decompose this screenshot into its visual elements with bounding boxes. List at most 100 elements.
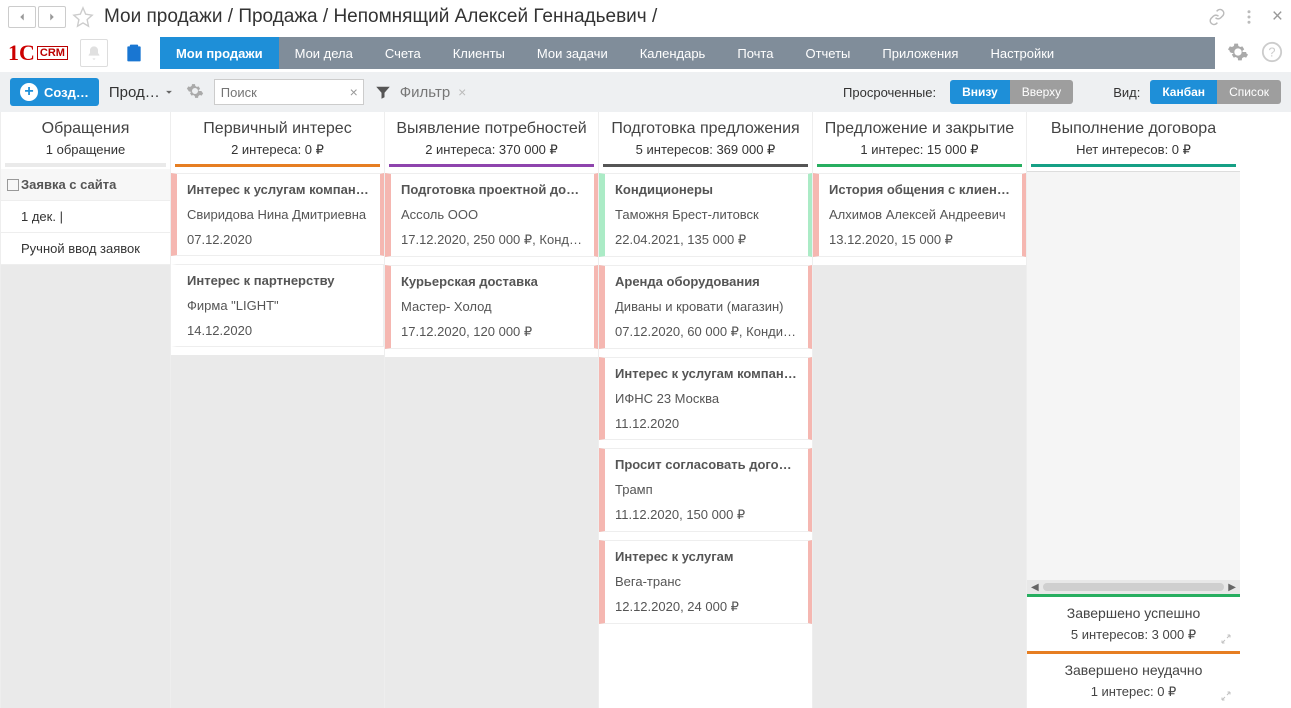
column-scrollbar[interactable]: ◀ ▶ [1027, 580, 1240, 594]
deal-card[interactable]: История общения с клиентом Алхимов Алекс… [813, 173, 1026, 257]
column-subtitle: 2 интереса: 370 000 ₽ [389, 142, 594, 158]
expand-icon[interactable] [1220, 690, 1232, 702]
card-title: Кондиционеры [615, 182, 798, 197]
tab-settings[interactable]: Настройки [974, 37, 1070, 69]
view-list-button[interactable]: Список [1217, 80, 1281, 104]
overdue-bottom-button[interactable]: Внизу [950, 80, 1010, 104]
tab-clients[interactable]: Клиенты [437, 37, 521, 69]
result-fail-block[interactable]: Завершено неудачно 1 интерес: 0 ₽ [1027, 651, 1240, 708]
tab-invoices[interactable]: Счета [369, 37, 437, 69]
scroll-right-icon[interactable]: ▶ [1228, 582, 1236, 593]
close-button[interactable]: × [1272, 6, 1283, 28]
filter-clear-button[interactable]: × [458, 84, 466, 100]
view-label: Вид: [1113, 85, 1140, 100]
deal-card[interactable]: Аренда оборудования Диваны и кровати (ма… [599, 265, 812, 349]
tab-reports[interactable]: Отчеты [789, 37, 866, 69]
column-title: Предложение и закрытие [817, 120, 1022, 138]
card-meta: 11.12.2020, 150 000 ₽ [615, 507, 798, 523]
card-meta: 17.12.2020, 120 000 ₽ [401, 324, 584, 340]
card-title: Интерес к услугам компании [187, 182, 370, 197]
card-meta: 17.12.2020, 250 000 ₽, Кондицио.. [401, 232, 584, 248]
type-select-label: Прод… [109, 84, 160, 101]
deal-card[interactable]: Интерес к партнерству Фирма "LIGHT" 14.1… [171, 264, 384, 347]
search-clear-button[interactable]: × [350, 84, 358, 100]
deal-card[interactable]: Просит согласовать договор .. Трамп 11.1… [599, 448, 812, 532]
card-title: История общения с клиентом [829, 182, 1012, 197]
scroll-left-icon[interactable]: ◀ [1031, 582, 1039, 593]
card-title: Интерес к услугам компании [615, 366, 798, 381]
column-title: Выявление потребностей [389, 120, 594, 138]
create-button[interactable]: + Созд… [10, 78, 99, 106]
inquiry-row[interactable]: Ручной ввод заявок [1, 233, 170, 265]
filter-icon[interactable] [374, 83, 392, 101]
card-client: Вега-транс [615, 574, 798, 589]
plus-icon: + [20, 83, 38, 101]
card-client: Фирма "LIGHT" [187, 298, 373, 313]
clipboard-button[interactable] [120, 39, 148, 67]
card-meta: 13.12.2020, 15 000 ₽ [829, 232, 1012, 248]
filter-label[interactable]: Фильтр [400, 84, 450, 101]
logo-1c-crm: 1СCRM [8, 40, 68, 66]
arrow-right-icon [45, 10, 59, 24]
result-success-block[interactable]: Завершено успешно 5 интересов: 3 000 ₽ [1027, 594, 1240, 651]
inquiry-row[interactable]: 1 дек. | [1, 201, 170, 233]
card-meta: 12.12.2020, 24 000 ₽ [615, 599, 798, 615]
toolbar-settings-button[interactable] [186, 82, 204, 103]
svg-text:?: ? [1268, 44, 1275, 59]
gear-icon [1227, 41, 1249, 63]
result-sub: 1 интерес: 0 ₽ [1037, 684, 1230, 700]
card-title: Курьерская доставка [401, 274, 584, 289]
card-title: Интерес к партнерству [187, 273, 373, 288]
bell-icon [86, 45, 102, 61]
column-title: Первичный интерес [175, 120, 380, 138]
tab-my-tasks[interactable]: Мои задачи [521, 37, 624, 69]
tab-my-sales[interactable]: Мои продажи [160, 37, 279, 69]
overdue-top-button[interactable]: Вверху [1010, 80, 1073, 104]
column-subtitle: 1 интерес: 15 000 ₽ [817, 142, 1022, 158]
card-meta: 07.12.2020, 60 000 ₽, Кондицион. [615, 324, 798, 340]
link-icon[interactable] [1208, 8, 1226, 26]
help-button[interactable]: ? [1261, 41, 1283, 66]
deal-card[interactable]: Интерес к услугам компании Свиридова Нин… [171, 173, 384, 256]
card-title: Интерес к услугам [615, 549, 798, 564]
tab-mail[interactable]: Почта [721, 37, 789, 69]
tab-my-deals[interactable]: Мои дела [279, 37, 369, 69]
inquiry-row[interactable]: Заявка с сайта [1, 169, 170, 201]
tab-calendar[interactable]: Календарь [624, 37, 722, 69]
deal-card[interactable]: Подготовка проектной докум.. Ассоль ООО … [385, 173, 598, 257]
type-select[interactable]: Прод… [109, 84, 176, 101]
result-title: Завершено неудачно [1037, 662, 1230, 678]
deal-card[interactable]: Интерес к услугам компании ИФНС 23 Москв… [599, 357, 812, 440]
settings-gear-button[interactable] [1227, 41, 1249, 66]
column-subtitle: 1 обращение [5, 142, 166, 157]
deal-card[interactable]: Кондиционеры Таможня Брест-литовск 22.04… [599, 173, 812, 257]
chevron-down-icon [162, 85, 176, 99]
card-title: Аренда оборудования [615, 274, 798, 289]
gear-icon [186, 82, 204, 100]
nav-back-button[interactable] [8, 6, 36, 28]
nav-forward-button[interactable] [38, 6, 66, 28]
notifications-button[interactable] [80, 39, 108, 67]
deal-card[interactable]: Интерес к услугам Вега-транс 12.12.2020,… [599, 540, 812, 624]
card-client: ИФНС 23 Москва [615, 391, 798, 406]
column-subtitle: 5 интересов: 369 000 ₽ [603, 142, 808, 158]
create-button-label: Созд… [44, 85, 89, 100]
help-icon: ? [1261, 41, 1283, 63]
card-meta: 11.12.2020 [615, 416, 798, 431]
expand-icon[interactable] [1220, 633, 1232, 645]
search-input[interactable] [214, 79, 364, 105]
view-kanban-button[interactable]: Канбан [1150, 80, 1217, 104]
clipboard-icon [124, 42, 144, 64]
arrow-left-icon [15, 10, 29, 24]
main-nav-tabs: Мои продажи Мои дела Счета Клиенты Мои з… [160, 37, 1215, 69]
deal-card[interactable]: Курьерская доставка Мастер- Холод 17.12.… [385, 265, 598, 349]
card-title: Просит согласовать договор .. [615, 457, 798, 472]
card-title: Подготовка проектной докум.. [401, 182, 584, 197]
card-meta: 22.04.2021, 135 000 ₽ [615, 232, 798, 248]
favorite-button[interactable] [70, 5, 96, 29]
card-client: Ассоль ООО [401, 207, 584, 222]
column-title: Выполнение договора [1031, 120, 1236, 138]
column-title: Обращения [5, 120, 166, 138]
tab-apps[interactable]: Приложения [866, 37, 974, 69]
more-icon[interactable] [1240, 8, 1258, 26]
